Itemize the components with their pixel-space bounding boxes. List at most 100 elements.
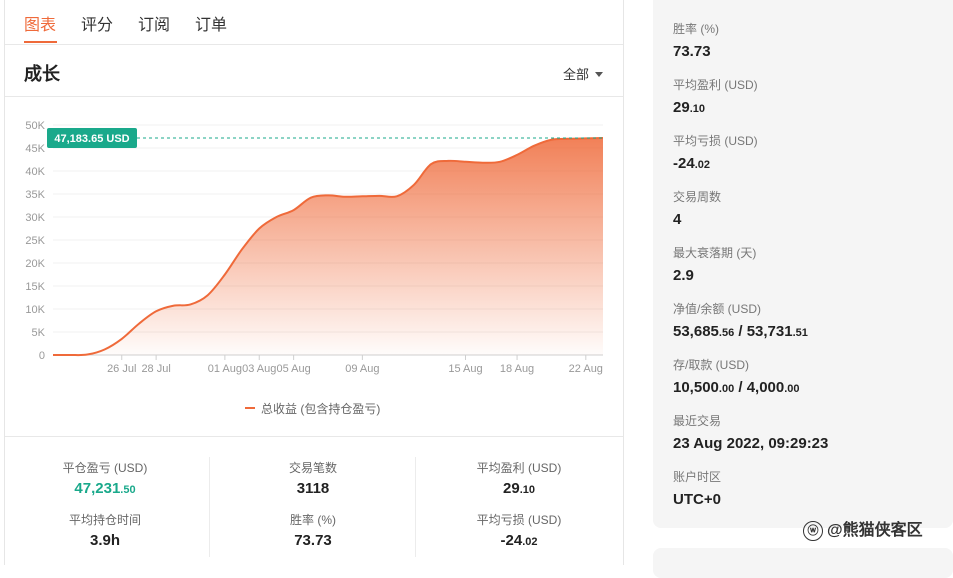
stat-winrate: 胜率 (%) 73.73 [213, 511, 413, 549]
side-value-sep: / [734, 323, 747, 340]
side-value: 10,500.00 / 4,000.00 [673, 379, 800, 396]
side-label: 平均亏损 (USD) [673, 134, 758, 148]
y-tick-label: 45K [25, 143, 45, 155]
tab-rating[interactable]: 评分 [81, 11, 113, 35]
side-value: 29.10 [673, 99, 758, 116]
section-header: 成长 全部 [5, 44, 623, 97]
stat-avg-profit: 平均盈利 (USD) 29.10 [419, 459, 619, 497]
x-tick-label: 03 Aug [242, 363, 276, 375]
side-value-dec: .00 [718, 383, 735, 395]
chart-legend[interactable]: 总收益 (包含持仓盈亏) [245, 400, 380, 417]
side-value: -24.02 [673, 155, 758, 172]
tab-chart[interactable]: 图表 [24, 11, 56, 35]
stat-avg-hold: 平均持仓时间 3.9h [5, 511, 205, 549]
side-value-dec: .00 [784, 383, 800, 395]
side-winrate: 胜率 (%) 73.73 [673, 20, 719, 60]
stat-value-int: 47,231 [74, 480, 121, 497]
side-label: 胜率 (%) [673, 22, 719, 36]
stat-label: 平均持仓时间 [68, 513, 141, 527]
watermark-text: @熊猫侠客区 [827, 522, 923, 539]
side-label: 账户时区 [673, 470, 722, 484]
caret-down-icon [595, 72, 603, 77]
growth-chart-svg: 0 5K 10K 15K 20K 25K 30K 35K 40K 45K 50K 26 Jul 28 J… [25, 120, 604, 375]
side-value: 4 [673, 211, 682, 228]
side-value: 2.9 [673, 267, 694, 284]
side-last-trade: 最近交易 23 Aug 2022, 09:29:23 [673, 412, 828, 452]
side-label: 净值/余额 (USD) [673, 302, 761, 316]
y-tick-label: 25K [25, 235, 45, 247]
y-tick-label: 5K [32, 327, 46, 339]
secondary-panel [653, 548, 953, 578]
stats-grid: 平仓盈亏 (USD) 47,231.50 交易笔数 3118 平均盈利 (USD… [5, 436, 623, 566]
side-value: 73.73 [673, 43, 711, 60]
tab-subscribe[interactable]: 订阅 [138, 11, 170, 35]
side-value-int: -24 [673, 155, 695, 172]
y-tick-label: 10K [25, 304, 45, 316]
main-panel: 图表 评分 订阅 订单 成长 全部 0 5K 10K 15K 20K 25K 30K 35K 4… [4, 0, 624, 565]
y-tick-label: 20K [25, 258, 45, 270]
stat-value-dec: .50 [120, 484, 136, 496]
x-tick-label: 26 Jul [107, 363, 136, 375]
stat-value-int: -24 [500, 532, 523, 549]
side-value-int: 10,500 [673, 379, 719, 396]
x-tick-label: 09 Aug [345, 363, 379, 375]
tab-orders[interactable]: 订单 [195, 11, 227, 35]
stat-value: 47,231.50 [5, 480, 205, 497]
side-value-int: 53,685 [673, 323, 719, 340]
stat-value: 3.9h [89, 532, 120, 549]
side-value-dec: .51 [792, 327, 808, 339]
x-tick-label: 01 Aug [208, 363, 242, 375]
range-filter-label: 全部 [562, 67, 589, 82]
y-tick-label: 50K [25, 120, 45, 132]
side-deposit: 存/取款 (USD) 10,500.00 / 4,000.00 [673, 356, 800, 396]
side-value-int: 29 [673, 99, 690, 116]
side-label: 平均盈利 (USD) [673, 78, 758, 92]
side-equity: 净值/余额 (USD) 53,685.56 / 53,731.51 [673, 300, 808, 340]
divider [209, 457, 210, 557]
side-label: 最近交易 [673, 414, 722, 428]
y-tick-label: 35K [25, 189, 45, 201]
x-tick-label: 15 Aug [448, 363, 482, 375]
x-tick-label: 18 Aug [500, 363, 534, 375]
last-value-label: 47,183.65 USD [54, 133, 129, 145]
stat-trades: 交易笔数 3118 [213, 459, 413, 497]
stat-label: 交易笔数 [288, 461, 337, 475]
range-filter-dropdown[interactable]: 全部 [563, 64, 603, 83]
divider [415, 457, 416, 557]
legend-label: 总收益 (包含持仓盈亏) [261, 402, 381, 416]
x-tick-label: 05 Aug [276, 363, 310, 375]
account-summary-panel: 胜率 (%) 73.73 平均盈利 (USD) 29.10 平均亏损 (USD)… [653, 0, 953, 528]
stat-avg-loss: 平均亏损 (USD) -24.02 [419, 511, 619, 549]
stat-value-dec: .10 [519, 484, 535, 496]
stat-value: 73.73 [294, 532, 332, 549]
x-tick-label: 22 Aug [569, 363, 603, 375]
side-value-dec: .56 [718, 327, 735, 339]
stat-label: 平仓盈亏 (USD) [62, 461, 148, 475]
side-value: UTC+0 [673, 491, 721, 508]
stat-label: 胜率 (%) [290, 513, 336, 527]
legend-swatch [245, 407, 255, 409]
side-drawdown: 最大衰落期 (天) 2.9 [673, 244, 756, 284]
stat-label: 平均亏损 (USD) [476, 513, 562, 527]
side-label: 交易周数 [673, 190, 722, 204]
stat-value: -24.02 [419, 532, 619, 549]
side-label: 最大衰落期 (天) [673, 246, 757, 260]
side-value-dec: .02 [694, 159, 710, 171]
tab-bar: 图表 评分 订阅 订单 [5, 0, 623, 45]
stat-value-dec: .02 [522, 536, 538, 548]
side-value: 23 Aug 2022, 09:29:23 [673, 435, 829, 452]
section-title: 成长 [24, 64, 60, 84]
side-label: 存/取款 (USD) [673, 358, 749, 372]
stat-label: 平均盈利 (USD) [476, 461, 562, 475]
y-tick-label: 30K [25, 212, 45, 224]
stat-value-int: 29 [503, 480, 520, 497]
side-value-dec: .10 [689, 103, 705, 115]
side-value-int: 53,731 [746, 323, 793, 340]
weibo-icon: ⓦ [803, 520, 823, 541]
y-tick-label: 40K [25, 166, 45, 178]
stat-value: 3118 [296, 480, 330, 497]
side-avg-profit: 平均盈利 (USD) 29.10 [673, 76, 758, 116]
side-value-int: 4,000 [746, 379, 785, 396]
side-value-sep: / [734, 379, 747, 396]
y-tick-label: 0 [39, 350, 45, 362]
